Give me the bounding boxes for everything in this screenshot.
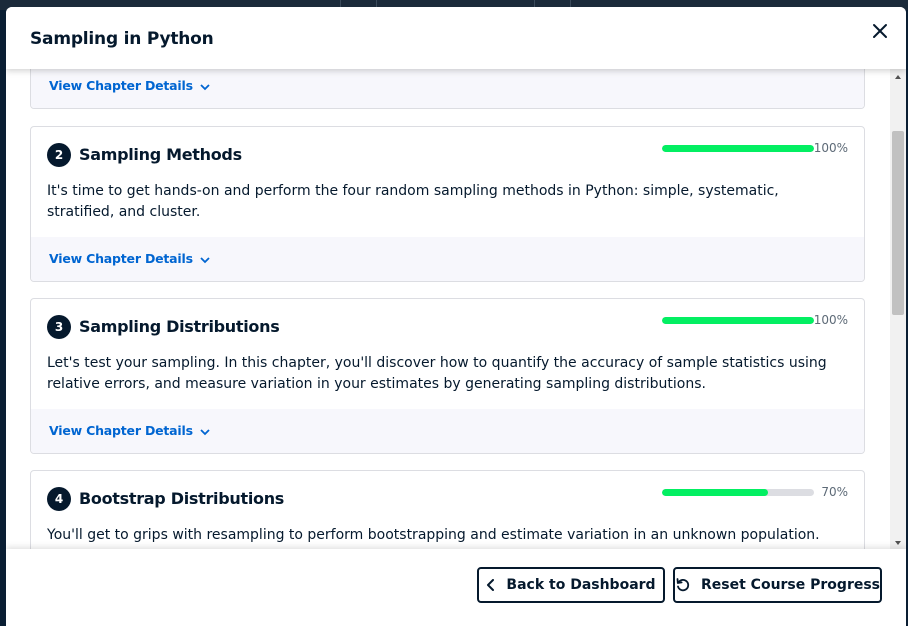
view-details-label: View Chapter Details xyxy=(49,78,193,93)
view-chapter-details-link[interactable]: View Chapter Details xyxy=(49,78,210,93)
view-details-label: View Chapter Details xyxy=(49,251,193,266)
scrollbar[interactable] xyxy=(890,69,906,549)
modal-title: Sampling in Python xyxy=(30,29,214,49)
chevron-down-icon xyxy=(200,428,210,435)
progress-fill xyxy=(662,489,769,496)
chapter-footer: View Chapter Details xyxy=(31,237,864,281)
progress-fill xyxy=(662,317,814,324)
progress-fill xyxy=(662,145,814,152)
progress-percent: 100% xyxy=(813,313,848,327)
chapter-progress: 70% xyxy=(662,485,848,499)
chapter-card: View Chapter Details xyxy=(30,69,865,109)
chapter-footer: View Chapter Details xyxy=(31,409,864,453)
back-button-label: Back to Dashboard xyxy=(506,577,656,593)
close-button[interactable] xyxy=(868,19,892,43)
modal-footer: Back to Dashboard Reset Course Progress xyxy=(6,549,906,626)
modal-header: Sampling in Python xyxy=(6,7,906,69)
chevron-left-icon xyxy=(487,579,495,591)
chapter-description: You'll get to grips with resampling to p… xyxy=(47,527,820,549)
course-modal: Sampling in Python View Chapter Details … xyxy=(6,7,906,626)
chapter-progress: 100% xyxy=(662,141,848,155)
reset-icon xyxy=(676,578,690,592)
chapter-title: Sampling Methods xyxy=(79,145,242,164)
chapter-list[interactable]: View Chapter Details 2 Sampling Methods … xyxy=(6,69,906,549)
chapter-footer: View Chapter Details xyxy=(31,69,864,108)
progress-percent: 100% xyxy=(813,141,848,155)
scrollbar-thumb[interactable] xyxy=(892,131,904,315)
close-icon xyxy=(873,24,887,38)
chapter-title: Sampling Distributions xyxy=(79,317,280,336)
progress-track xyxy=(662,145,814,152)
back-to-dashboard-button[interactable]: Back to Dashboard xyxy=(477,567,665,603)
chapter-number-badge: 2 xyxy=(47,143,71,167)
scroll-down-arrow[interactable] xyxy=(890,535,906,549)
reset-button-label: Reset Course Progress xyxy=(701,577,881,593)
scroll-up-arrow[interactable] xyxy=(890,69,906,83)
chapter-card: 2 Sampling Methods 100% It's time to get… xyxy=(30,126,865,282)
progress-track xyxy=(662,317,814,324)
chevron-down-icon xyxy=(200,256,210,263)
arrow-down-icon xyxy=(895,541,901,545)
chevron-down-icon xyxy=(200,83,210,90)
chapter-card: 3 Sampling Distributions 100% Let's test… xyxy=(30,298,865,454)
chapter-number-badge: 4 xyxy=(47,487,71,511)
arrow-up-icon xyxy=(895,75,901,79)
chapter-card: 4 Bootstrap Distributions 70% You'll get… xyxy=(30,470,865,549)
chapter-description: Let's test your sampling. In this chapte… xyxy=(47,355,827,392)
progress-percent: 70% xyxy=(821,485,848,499)
progress-track xyxy=(662,489,814,496)
chapter-progress: 100% xyxy=(662,313,848,327)
view-chapter-details-link[interactable]: View Chapter Details xyxy=(49,423,210,438)
view-chapter-details-link[interactable]: View Chapter Details xyxy=(49,251,210,266)
chapter-title: Bootstrap Distributions xyxy=(79,489,285,508)
reset-course-progress-button[interactable]: Reset Course Progress xyxy=(673,567,882,603)
view-details-label: View Chapter Details xyxy=(49,423,193,438)
chapter-description: It's time to get hands-on and perform th… xyxy=(47,183,779,220)
chapter-number-badge: 3 xyxy=(47,315,71,339)
